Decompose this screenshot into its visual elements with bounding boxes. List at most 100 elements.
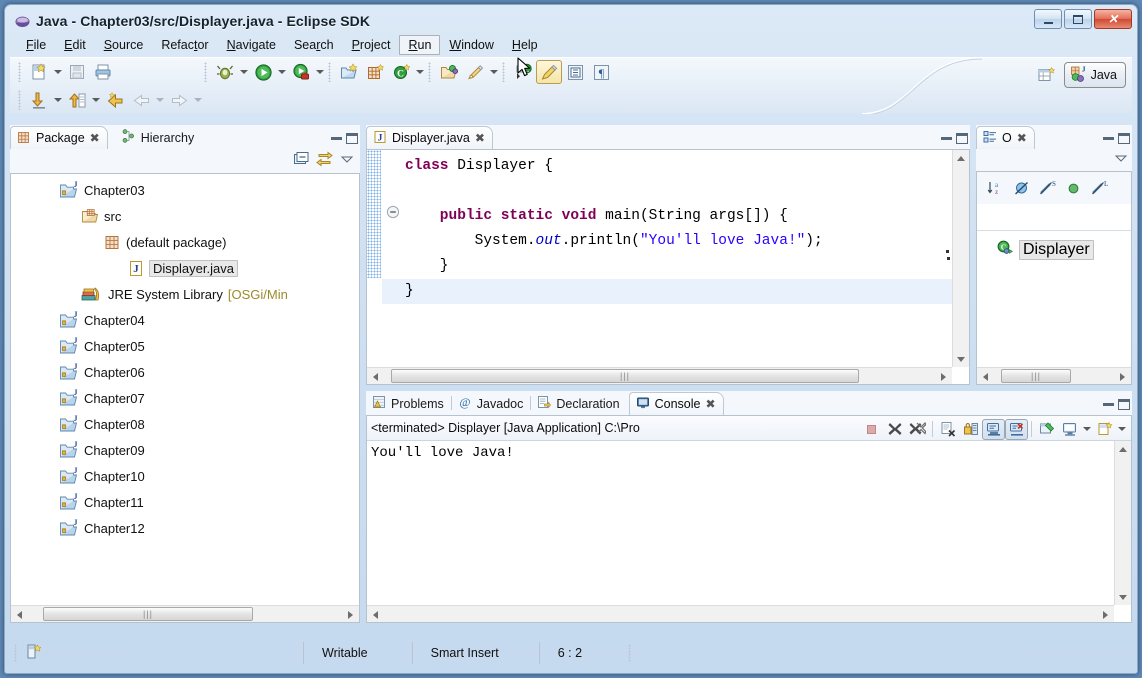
menu-refactor[interactable]: Refactor <box>152 35 217 55</box>
clear-console-button[interactable] <box>936 419 959 440</box>
tree-item[interactable]: J! Chapter09 <box>11 437 359 463</box>
toggle-highlight-button[interactable] <box>536 60 562 84</box>
debug-button[interactable] <box>212 60 238 84</box>
collapse-all-button[interactable] <box>293 151 309 172</box>
print-button[interactable] <box>90 60 116 84</box>
external-tools-button[interactable] <box>288 60 314 84</box>
menu-help[interactable]: Help <box>503 35 547 55</box>
previous-annotation-dropdown[interactable] <box>90 88 102 112</box>
toolbar-grip[interactable] <box>18 90 21 110</box>
back-dropdown[interactable] <box>154 88 166 112</box>
new-wizard-button[interactable] <box>26 60 52 84</box>
tab-console[interactable]: Console ✖ <box>628 392 724 415</box>
outline-tree[interactable]: C Displayer <box>977 230 1131 367</box>
outline-hscrollbar[interactable]: ||| <box>977 367 1131 384</box>
outline-body[interactable]: az S L C Displayer ||| <box>976 171 1132 385</box>
scroll-left-button[interactable] <box>367 368 384 384</box>
maximize-icon[interactable] <box>1118 399 1130 410</box>
remove-launch-button[interactable] <box>883 419 906 440</box>
next-annotation-button[interactable] <box>26 88 52 112</box>
tree-item[interactable]: J! Chapter11 <box>11 489 359 515</box>
pin-console-button[interactable] <box>1035 419 1058 440</box>
last-edit-location-button[interactable] <box>102 88 128 112</box>
editor-body[interactable]: class Displayer { public static void mai… <box>366 149 970 385</box>
minimize-icon[interactable] <box>941 137 952 140</box>
terminate-button[interactable] <box>860 419 883 440</box>
tab-outline[interactable]: O ✖ <box>976 126 1035 149</box>
toggle-block-selection-button[interactable] <box>562 60 588 84</box>
close-icon[interactable]: ✖ <box>705 397 715 411</box>
new-class-dropdown[interactable] <box>414 60 426 84</box>
external-tools-dropdown[interactable] <box>314 60 326 84</box>
open-console-dropdown[interactable] <box>1116 417 1128 441</box>
tab-package-explorer[interactable]: Package ✖ <box>10 126 108 149</box>
scroll-right-button[interactable] <box>1097 606 1114 623</box>
toolbar-grip[interactable] <box>18 62 21 82</box>
scroll-down-button[interactable] <box>953 351 969 367</box>
minimize-button[interactable] <box>1034 9 1062 29</box>
display-selected-console-dropdown[interactable] <box>1081 417 1093 441</box>
open-console-button[interactable] <box>1093 419 1116 440</box>
scroll-up-button[interactable] <box>953 150 969 166</box>
maximize-button[interactable] <box>1064 9 1092 29</box>
scroll-left-button[interactable] <box>11 606 28 623</box>
debug-dropdown[interactable] <box>238 60 250 84</box>
close-icon[interactable]: ✖ <box>475 131 485 145</box>
menu-window[interactable]: Window <box>440 35 502 55</box>
back-button[interactable] <box>128 88 154 112</box>
close-icon[interactable]: ✖ <box>1017 131 1027 145</box>
scroll-down-button[interactable] <box>1115 589 1131 605</box>
search-button[interactable] <box>462 60 488 84</box>
console-output[interactable]: You'll love Java! <box>367 441 1131 622</box>
package-tree-hscrollbar[interactable]: ||| <box>11 605 359 622</box>
perspective-java-button[interactable]: J Java <box>1063 62 1126 88</box>
next-annotation-dropdown[interactable] <box>52 88 64 112</box>
forward-dropdown[interactable] <box>192 88 204 112</box>
tab-problems[interactable]: Problems <box>366 392 451 415</box>
tab-hierarchy[interactable]: Hierarchy <box>116 126 202 149</box>
toolbar-grip[interactable] <box>328 62 331 82</box>
toggle-mark-occurrences-button[interactable]: C <box>510 60 536 84</box>
new-package-button[interactable] <box>362 60 388 84</box>
scroll-left-button[interactable] <box>367 606 384 623</box>
hide-static-button[interactable]: S <box>1039 180 1056 202</box>
tree-item[interactable]: J! Chapter06 <box>11 359 359 385</box>
close-button[interactable]: ✕ <box>1094 9 1132 29</box>
sort-alphabetical-button[interactable]: az <box>987 180 1004 202</box>
tree-item[interactable]: JRE System Library [OSGi/Min <box>11 281 359 307</box>
console-hscrollbar[interactable] <box>367 605 1114 622</box>
console-body[interactable]: <terminated> Displayer [Java Application… <box>366 415 1132 623</box>
minimize-icon[interactable] <box>1103 403 1114 406</box>
show-console-on-output-button[interactable] <box>982 418 1005 440</box>
scroll-right-button[interactable] <box>1114 368 1131 385</box>
run-button[interactable] <box>250 60 276 84</box>
tree-item[interactable]: J! Chapter03 <box>11 177 359 203</box>
scroll-lock-button[interactable] <box>959 419 982 440</box>
forward-button[interactable] <box>166 88 192 112</box>
menu-source[interactable]: Source <box>95 35 153 55</box>
tree-item[interactable]: src <box>11 203 359 229</box>
editor-vscrollbar[interactable] <box>952 150 969 367</box>
console-vscrollbar[interactable] <box>1114 441 1131 605</box>
package-tree-body[interactable]: J! Chapter03 src (default package) J Displaye… <box>10 173 360 623</box>
hide-local-types-button[interactable]: L <box>1091 180 1108 202</box>
save-button[interactable] <box>64 60 90 84</box>
toolbar-grip[interactable] <box>502 62 505 82</box>
outline-item-displayer[interactable]: C Displayer <box>977 237 1131 263</box>
scroll-right-button[interactable] <box>935 368 952 384</box>
tab-javadoc[interactable]: @ Javadoc <box>452 392 531 415</box>
scroll-left-button[interactable] <box>977 368 994 385</box>
new-java-project-button[interactable] <box>336 60 362 84</box>
remove-all-terminated-button[interactable] <box>906 419 929 440</box>
hide-fields-button[interactable] <box>1013 180 1030 202</box>
tree-item[interactable]: J! Chapter10 <box>11 463 359 489</box>
tree-item[interactable]: J! Chapter05 <box>11 333 359 359</box>
maximize-icon[interactable] <box>956 133 968 144</box>
minimize-icon[interactable] <box>1103 137 1114 140</box>
display-selected-console-button[interactable] <box>1058 419 1081 440</box>
show-whitespace-button[interactable]: ¶ <box>588 60 614 84</box>
new-wizard-dropdown[interactable] <box>52 60 64 84</box>
tree-item[interactable]: J! Chapter12 <box>11 515 359 541</box>
menu-edit[interactable]: Edit <box>55 35 95 55</box>
tree-item[interactable]: J! Chapter08 <box>11 411 359 437</box>
